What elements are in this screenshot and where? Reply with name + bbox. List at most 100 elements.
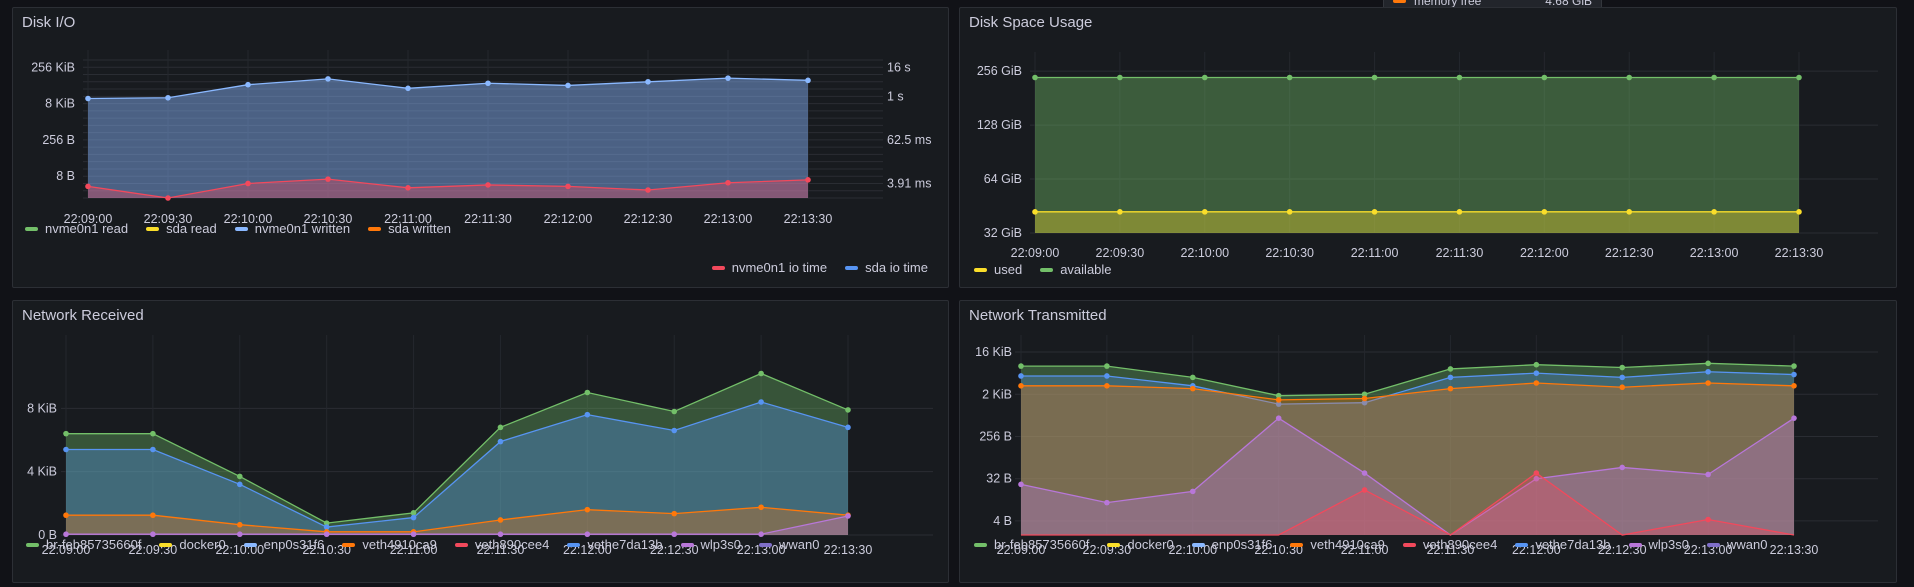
data-point: [1104, 363, 1110, 369]
panel-title[interactable]: Network Transmitted: [969, 307, 1107, 324]
y-tick-label: 256 B: [42, 133, 75, 147]
panel-disk-io[interactable]: Disk I/O 256 KiB 8 KiB 256 B 8 B 16 s 1 s 62.5…: [12, 7, 949, 288]
legend-item[interactable]: wwan0: [1706, 537, 1767, 552]
x-tick-label: 22:13:30: [824, 543, 873, 557]
legend-item[interactable]: nvme0n1 io time: [711, 260, 828, 275]
legend-swatch: [243, 542, 257, 547]
panel-title[interactable]: Disk I/O: [22, 14, 75, 31]
data-point: [845, 513, 851, 519]
data-point: [1286, 209, 1293, 215]
legend-label: nvme0n1 io time: [731, 260, 828, 275]
legend-item[interactable]: vethe7da13b: [567, 537, 663, 552]
legend-swatch: [1191, 542, 1205, 547]
data-point: [236, 521, 243, 528]
legend-item[interactable]: vethe7da13b: [1515, 537, 1611, 552]
legend-item[interactable]: wlp3s0: [680, 537, 741, 552]
legend-item[interactable]: used: [974, 262, 1022, 277]
legend-item[interactable]: veth890cee4: [1402, 537, 1497, 552]
data-point: [1104, 383, 1110, 389]
data-point: [1705, 516, 1711, 523]
legend-item[interactable]: veth890cee4: [454, 537, 549, 552]
data-point: [1619, 384, 1626, 391]
data-point: [671, 427, 678, 434]
data-point: [845, 424, 851, 431]
panel-network-transmitted[interactable]: Network Transmitted 16 KiB 2 KiB 256 B 32 B…: [959, 300, 1897, 583]
legend-item[interactable]: docker0: [159, 537, 226, 552]
data-point: [1796, 74, 1802, 81]
legend-label: sda read: [166, 221, 217, 236]
disk-space-chart[interactable]: 256 GiB 128 GiB 64 GiB 32 GiB 22:09:00 22:09:…: [960, 42, 1896, 262]
data-point: [805, 177, 811, 183]
data-point: [1018, 373, 1024, 379]
legend-top: nvme0n1 read sda read nvme0n1 written sda w…: [25, 221, 451, 236]
legend-item[interactable]: nvme0n1 written: [234, 221, 350, 236]
data-point: [236, 473, 243, 480]
y-tick-label: 128 GiB: [977, 118, 1022, 132]
legend-item[interactable]: enp0s31f6: [243, 537, 324, 552]
legend-swatch: [25, 226, 38, 231]
legend-item[interactable]: veth4910ca9: [342, 537, 437, 552]
legend-item[interactable]: sda read: [146, 221, 217, 236]
network-received-chart[interactable]: 8 KiB4 KiB0 B22:09:00 22:09:30 22:10:00 22:…: [13, 331, 948, 561]
data-point: [671, 408, 678, 415]
legend-swatch: [1628, 542, 1642, 547]
x-tick-label: 22:12:30: [1605, 246, 1654, 260]
panel-network-received[interactable]: Network Received 8 KiB 4 KiB 0 B 22:09:00 22…: [12, 300, 949, 583]
legend-item[interactable]: wlp3s0: [1628, 537, 1689, 552]
data-point: [1533, 380, 1540, 386]
data-point: [1533, 370, 1540, 376]
data-point: [325, 176, 331, 182]
data-point: [63, 430, 69, 437]
data-point: [725, 75, 731, 81]
data-point: [645, 78, 651, 85]
legend-item[interactable]: available: [1040, 262, 1112, 277]
disk-io-chart[interactable]: 256 KiB 8 KiB 256 B 8 B 16 s 1 s 62.5 ms 3.91 m…: [13, 42, 948, 242]
data-point: [1275, 397, 1282, 403]
x-tick-label: 22:13:30: [784, 212, 833, 226]
data-point: [165, 195, 171, 201]
data-point: [1371, 74, 1378, 81]
y-tick-label: 8 KiB: [27, 401, 57, 415]
data-point: [1104, 373, 1110, 379]
x-tick-label: 22:13:00: [1690, 246, 1739, 260]
legend-item[interactable]: br-feb85735660f: [26, 537, 141, 552]
legend-item[interactable]: sda written: [368, 221, 451, 236]
data-point: [1533, 470, 1540, 476]
legend-swatch: [454, 542, 468, 547]
panel-title[interactable]: Network Received: [22, 307, 144, 324]
legend-label: nvme0n1 read: [45, 221, 129, 236]
x-tick-label: 22:10:00: [1180, 246, 1229, 260]
y2-tick-label: 3.91 ms: [887, 176, 931, 190]
y2-tick-label: 1 s: [887, 89, 904, 103]
legend-item[interactable]: veth4910ca9: [1290, 537, 1385, 552]
legend-bottom: nvme0n1 io time sda io time: [711, 260, 928, 275]
data-point: [236, 481, 243, 488]
legend-item[interactable]: nvme0n1 read: [25, 221, 128, 236]
x-tick-label: 22:12:00: [1520, 246, 1569, 260]
data-point: [1705, 360, 1711, 367]
data-point: [758, 370, 764, 377]
legend-item[interactable]: sda io time: [845, 260, 928, 275]
panel-disk-space[interactable]: Disk Space Usage 256 GiB 128 GiB 64 GiB 32 …: [959, 7, 1897, 288]
data-point: [584, 411, 591, 418]
data-point: [1275, 415, 1282, 421]
legend-item[interactable]: wwan0: [758, 537, 819, 552]
data-point: [1189, 374, 1196, 381]
network-transmitted-chart[interactable]: 16 KiB2 KiB256 B32 B4 B22:09:00 22:09:30 2…: [960, 331, 1896, 561]
legend-item[interactable]: br-feb85735660f: [974, 537, 1089, 552]
data-point: [1447, 385, 1454, 392]
data-point: [1201, 74, 1208, 81]
legend-label: used: [994, 262, 1023, 277]
data-point: [165, 94, 171, 101]
y-tick-label: 256 GiB: [977, 64, 1022, 78]
legend-item[interactable]: docker0: [1107, 537, 1174, 552]
x-tick-label: 22:09:00: [1011, 246, 1060, 260]
data-point: [485, 182, 491, 188]
legend-item[interactable]: enp0s31f6: [1191, 537, 1272, 552]
data-point: [150, 446, 156, 453]
page-scrollbar[interactable]: [1905, 0, 1911, 587]
data-point: [805, 77, 811, 84]
data-point: [150, 512, 156, 519]
legend-swatch: [1040, 267, 1054, 272]
panel-title[interactable]: Disk Space Usage: [969, 14, 1092, 31]
